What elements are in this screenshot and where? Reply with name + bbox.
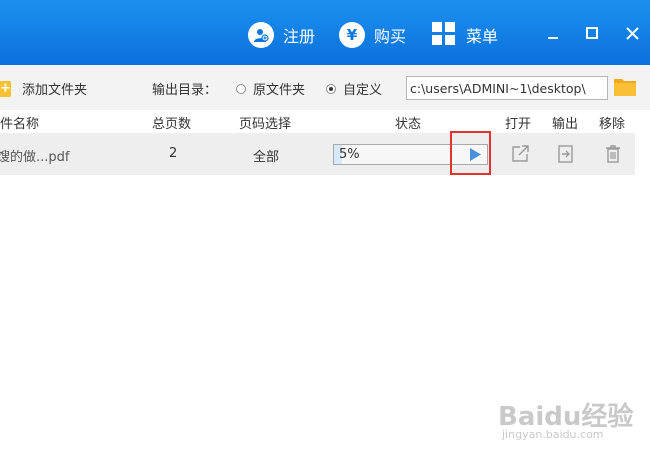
browse-folder-button[interactable] [614, 77, 636, 96]
header-open: 打开 [505, 117, 532, 132]
add-folder-button[interactable]: + 添加文件夹 [0, 79, 87, 98]
user-plus-icon [248, 22, 274, 48]
radio-custom-folder[interactable]: 自定义 [326, 79, 382, 98]
menu-label: 菜单 [466, 27, 499, 46]
yen-icon: ¥ [339, 22, 365, 48]
header-page-select: 页码选择 [239, 117, 292, 132]
buy-label: 购买 [374, 27, 407, 46]
minimize-icon [548, 37, 558, 39]
row-page-select[interactable]: 全部 [253, 146, 279, 165]
title-bar: 注册 ¥ 购买 菜单 [0, 0, 650, 65]
radio-custom-indicator[interactable] [326, 83, 336, 94]
close-icon [625, 26, 639, 40]
progress-text: 5% [339, 147, 360, 162]
output-path-input[interactable] [406, 76, 608, 100]
maximize-icon [586, 27, 598, 39]
remove-file-button[interactable] [603, 144, 623, 164]
folder-icon [614, 79, 636, 96]
trash-icon [606, 145, 620, 163]
output-file-button[interactable] [556, 144, 576, 164]
maximize-button[interactable] [577, 18, 607, 48]
row-filename: 馊的做...pdf [0, 150, 70, 165]
register-label: 注册 [283, 27, 316, 46]
header-remove: 移除 [599, 117, 626, 132]
grid-menu-icon [432, 21, 455, 49]
add-folder-label: 添加文件夹 [22, 83, 88, 98]
radio-original-indicator[interactable] [236, 83, 246, 94]
output-dir-label: 输出目录： [152, 83, 218, 98]
header-status: 状态 [395, 117, 422, 132]
table-header: 文件名称 总页数 页码选择 状态 打开 输出 移除 [0, 110, 650, 132]
open-file-button[interactable] [510, 144, 530, 164]
header-pages: 总页数 [152, 117, 192, 132]
watermark-url: jingyan.baidu.com [502, 428, 604, 441]
export-icon [558, 145, 573, 163]
close-button[interactable] [617, 18, 647, 48]
table-row[interactable]: 馊的做...pdf 2 全部 [0, 133, 635, 175]
menu-button[interactable]: 菜单 [432, 20, 498, 50]
add-folder-icon: + [0, 80, 11, 97]
radio-original-label: 原文件夹 [253, 83, 306, 98]
radio-custom-label: 自定义 [343, 83, 383, 98]
header-filename: 文件名称 [0, 117, 40, 132]
register-button[interactable]: 注册 [248, 20, 315, 50]
minimize-button[interactable] [538, 18, 568, 48]
row-pages: 2 [169, 146, 178, 161]
highlight-box [450, 131, 491, 175]
buy-button[interactable]: ¥ 购买 [339, 20, 406, 50]
external-open-icon [512, 145, 529, 162]
header-output: 输出 [552, 117, 579, 132]
radio-original-folder[interactable]: 原文件夹 [236, 79, 305, 98]
